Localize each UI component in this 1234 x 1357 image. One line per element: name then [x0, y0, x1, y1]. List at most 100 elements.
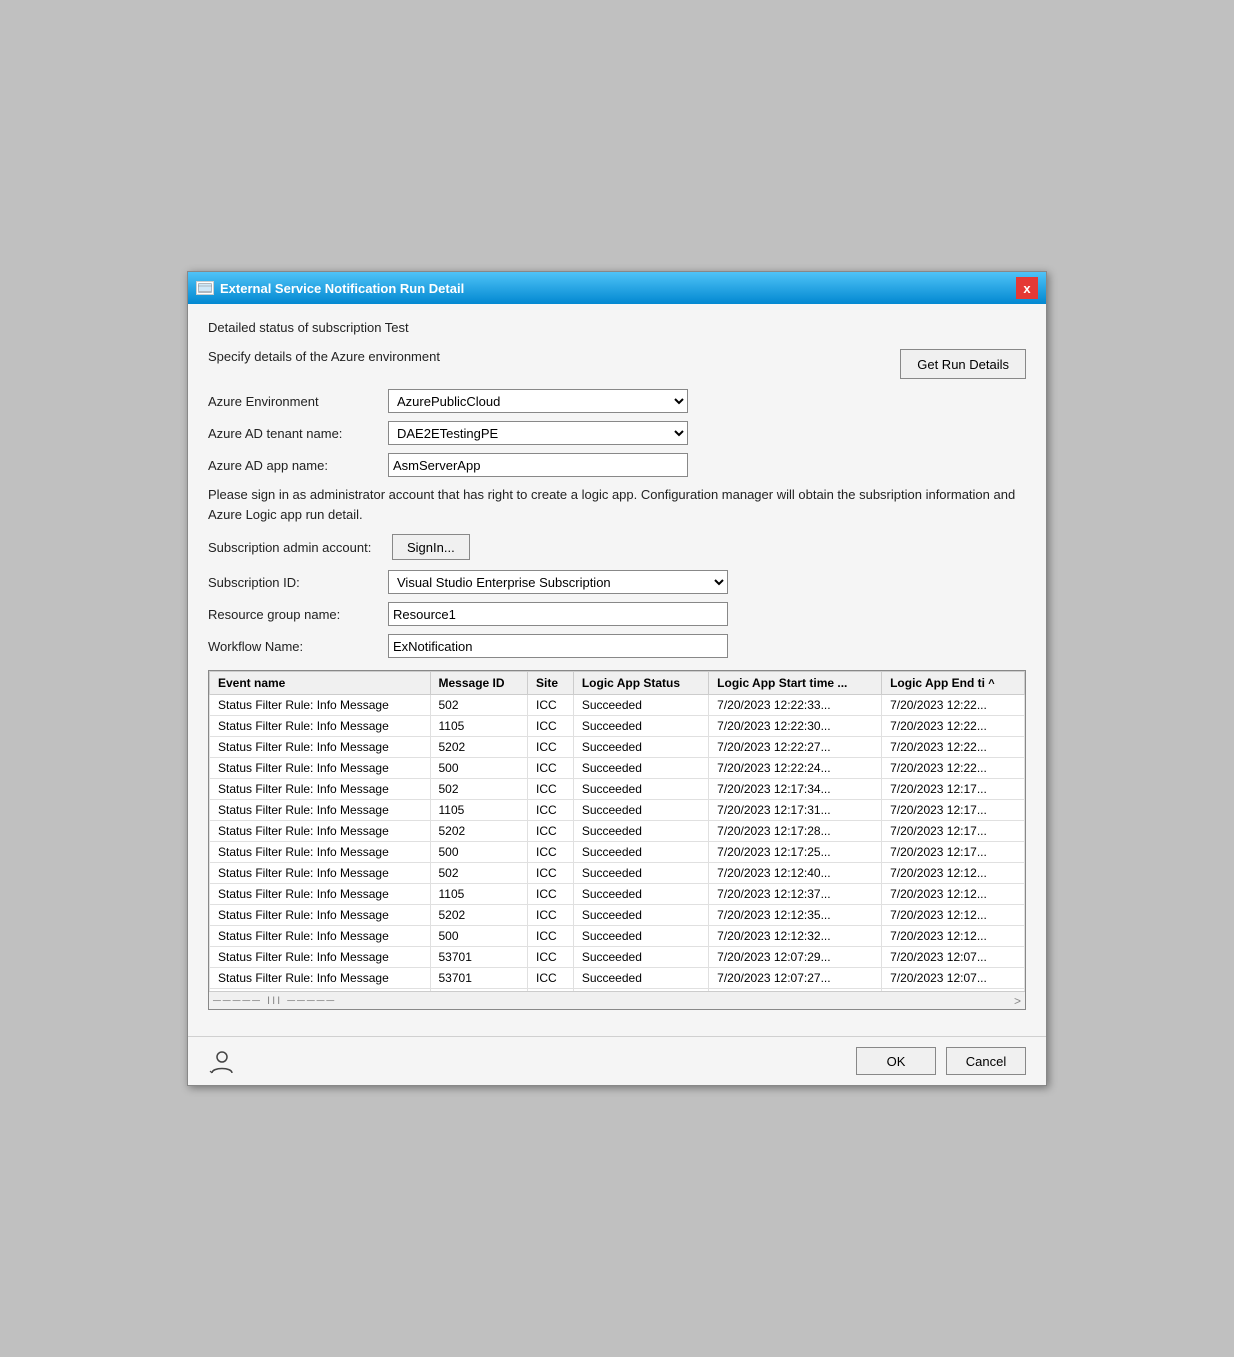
table-body: Status Filter Rule: Info Message502ICCSu… [210, 695, 1025, 992]
detail-status-text: Detailed status of subscription Test [208, 320, 1026, 335]
table-cell: Succeeded [573, 758, 708, 779]
table-cell: ICC [528, 821, 574, 842]
table-cell: 500 [430, 758, 528, 779]
table-cell: Succeeded [573, 779, 708, 800]
table-row: Status Filter Rule: Info Message5202ICCS… [210, 737, 1025, 758]
col-event-name: Event name [210, 672, 431, 695]
window-icon [196, 281, 214, 295]
horizontal-scrollbar[interactable]: ───── III ───── > [209, 991, 1025, 1009]
subscription-admin-row: Subscription admin account: SignIn... [208, 534, 1026, 560]
table-cell: Succeeded [573, 926, 708, 947]
table-cell: 7/20/2023 12:12:32... [709, 926, 882, 947]
table-cell: Succeeded [573, 821, 708, 842]
table-row: Status Filter Rule: Info Message5202ICCS… [210, 905, 1025, 926]
table-cell: 502 [430, 695, 528, 716]
workflow-name-label: Workflow Name: [208, 639, 388, 654]
workflow-name-control [388, 634, 728, 658]
table-cell: 5202 [430, 737, 528, 758]
table-row: Status Filter Rule: Info Message1105ICCS… [210, 884, 1025, 905]
table-cell: ICC [528, 863, 574, 884]
table-cell: Succeeded [573, 863, 708, 884]
table-cell: 7/20/2023 12:12:37... [709, 884, 882, 905]
table-row: Status Filter Rule: Info Message502ICCSu… [210, 863, 1025, 884]
table-cell: Status Filter Rule: Info Message [210, 905, 431, 926]
table-cell: ICC [528, 800, 574, 821]
azure-environment-label: Azure Environment [208, 394, 388, 409]
close-button[interactable]: x [1016, 277, 1038, 299]
table-cell: ICC [528, 779, 574, 800]
results-table-wrapper: Event name Message ID Site Logic App Sta… [208, 670, 1026, 1010]
table-cell: 7/20/2023 12:12:40... [709, 863, 882, 884]
user-icon [208, 1047, 236, 1075]
sign-in-button[interactable]: SignIn... [392, 534, 470, 560]
table-cell: 7/20/2023 12:17:25... [709, 842, 882, 863]
azure-environment-select[interactable]: AzurePublicCloud [388, 389, 688, 413]
table-cell: 7/20/2023 12:17:28... [709, 821, 882, 842]
table-cell: 1105 [430, 884, 528, 905]
table-cell: Status Filter Rule: Info Message [210, 695, 431, 716]
workflow-name-input[interactable] [388, 634, 728, 658]
table-cell: 7/20/2023 12:12... [882, 926, 1025, 947]
table-cell: Status Filter Rule: Info Message [210, 968, 431, 989]
table-row: Status Filter Rule: Info Message53701ICC… [210, 968, 1025, 989]
table-cell: 7/20/2023 12:17... [882, 842, 1025, 863]
azure-environment-row: Azure Environment AzurePublicCloud [208, 389, 1026, 413]
table-cell: Succeeded [573, 695, 708, 716]
table-cell: 7/20/2023 12:17... [882, 779, 1025, 800]
col-logic-app-status: Logic App Status [573, 672, 708, 695]
table-cell: 5202 [430, 905, 528, 926]
table-cell: ICC [528, 905, 574, 926]
main-window: External Service Notification Run Detail… [187, 271, 1047, 1086]
subscription-id-control: Visual Studio Enterprise Subscription [388, 570, 728, 594]
table-cell: 7/20/2023 12:17:31... [709, 800, 882, 821]
table-cell: ICC [528, 758, 574, 779]
table-row: Status Filter Rule: Info Message1105ICCS… [210, 800, 1025, 821]
table-cell: 1105 [430, 800, 528, 821]
table-row: Status Filter Rule: Info Message500ICCSu… [210, 842, 1025, 863]
col-start-time: Logic App Start time ... [709, 672, 882, 695]
table-scroll-area[interactable]: Event name Message ID Site Logic App Sta… [209, 671, 1025, 991]
table-cell: 7/20/2023 12:12:35... [709, 905, 882, 926]
workflow-name-row: Workflow Name: [208, 634, 1026, 658]
subscription-id-select[interactable]: Visual Studio Enterprise Subscription [388, 570, 728, 594]
title-bar-left: External Service Notification Run Detail [196, 281, 464, 296]
get-run-details-button[interactable]: Get Run Details [900, 349, 1026, 379]
table-row: Status Filter Rule: Info Message1105ICCS… [210, 716, 1025, 737]
resource-group-input[interactable] [388, 602, 728, 626]
table-cell: 500 [430, 926, 528, 947]
table-cell: 7/20/2023 12:07... [882, 968, 1025, 989]
subscription-admin-label: Subscription admin account: [208, 540, 388, 555]
table-cell: ICC [528, 737, 574, 758]
ok-button[interactable]: OK [856, 1047, 936, 1075]
table-cell: Status Filter Rule: Info Message [210, 758, 431, 779]
table-cell: 7/20/2023 12:22:27... [709, 737, 882, 758]
azure-ad-app-input[interactable] [388, 453, 688, 477]
resource-group-control [388, 602, 728, 626]
azure-ad-tenant-label: Azure AD tenant name: [208, 426, 388, 441]
subscription-id-row: Subscription ID: Visual Studio Enterpris… [208, 570, 1026, 594]
cancel-button[interactable]: Cancel [946, 1047, 1026, 1075]
table-cell: 7/20/2023 12:17... [882, 821, 1025, 842]
table-cell: 7/20/2023 12:22... [882, 695, 1025, 716]
description-text: Please sign in as administrator account … [208, 485, 1026, 524]
table-cell: Status Filter Rule: Info Message [210, 842, 431, 863]
azure-ad-tenant-row: Azure AD tenant name: DAE2ETestingPE [208, 421, 1026, 445]
table-row: Status Filter Rule: Info Message53701ICC… [210, 947, 1025, 968]
table-row: Status Filter Rule: Info Message500ICCSu… [210, 926, 1025, 947]
table-cell: 7/20/2023 12:17... [882, 800, 1025, 821]
table-cell: 7/20/2023 12:07:27... [709, 968, 882, 989]
window-title: External Service Notification Run Detail [220, 281, 464, 296]
table-cell: 5202 [430, 821, 528, 842]
resource-group-label: Resource group name: [208, 607, 388, 622]
table-cell: ICC [528, 884, 574, 905]
table-cell: 7/20/2023 12:22... [882, 737, 1025, 758]
table-cell: ICC [528, 926, 574, 947]
azure-ad-app-control [388, 453, 688, 477]
table-cell: 7/20/2023 12:22:24... [709, 758, 882, 779]
table-cell: 7/20/2023 12:07:29... [709, 947, 882, 968]
azure-ad-tenant-select[interactable]: DAE2ETestingPE [388, 421, 688, 445]
table-cell: ICC [528, 947, 574, 968]
table-header-row: Event name Message ID Site Logic App Sta… [210, 672, 1025, 695]
table-cell: 502 [430, 779, 528, 800]
azure-section-label: Specify details of the Azure environment [208, 349, 440, 364]
